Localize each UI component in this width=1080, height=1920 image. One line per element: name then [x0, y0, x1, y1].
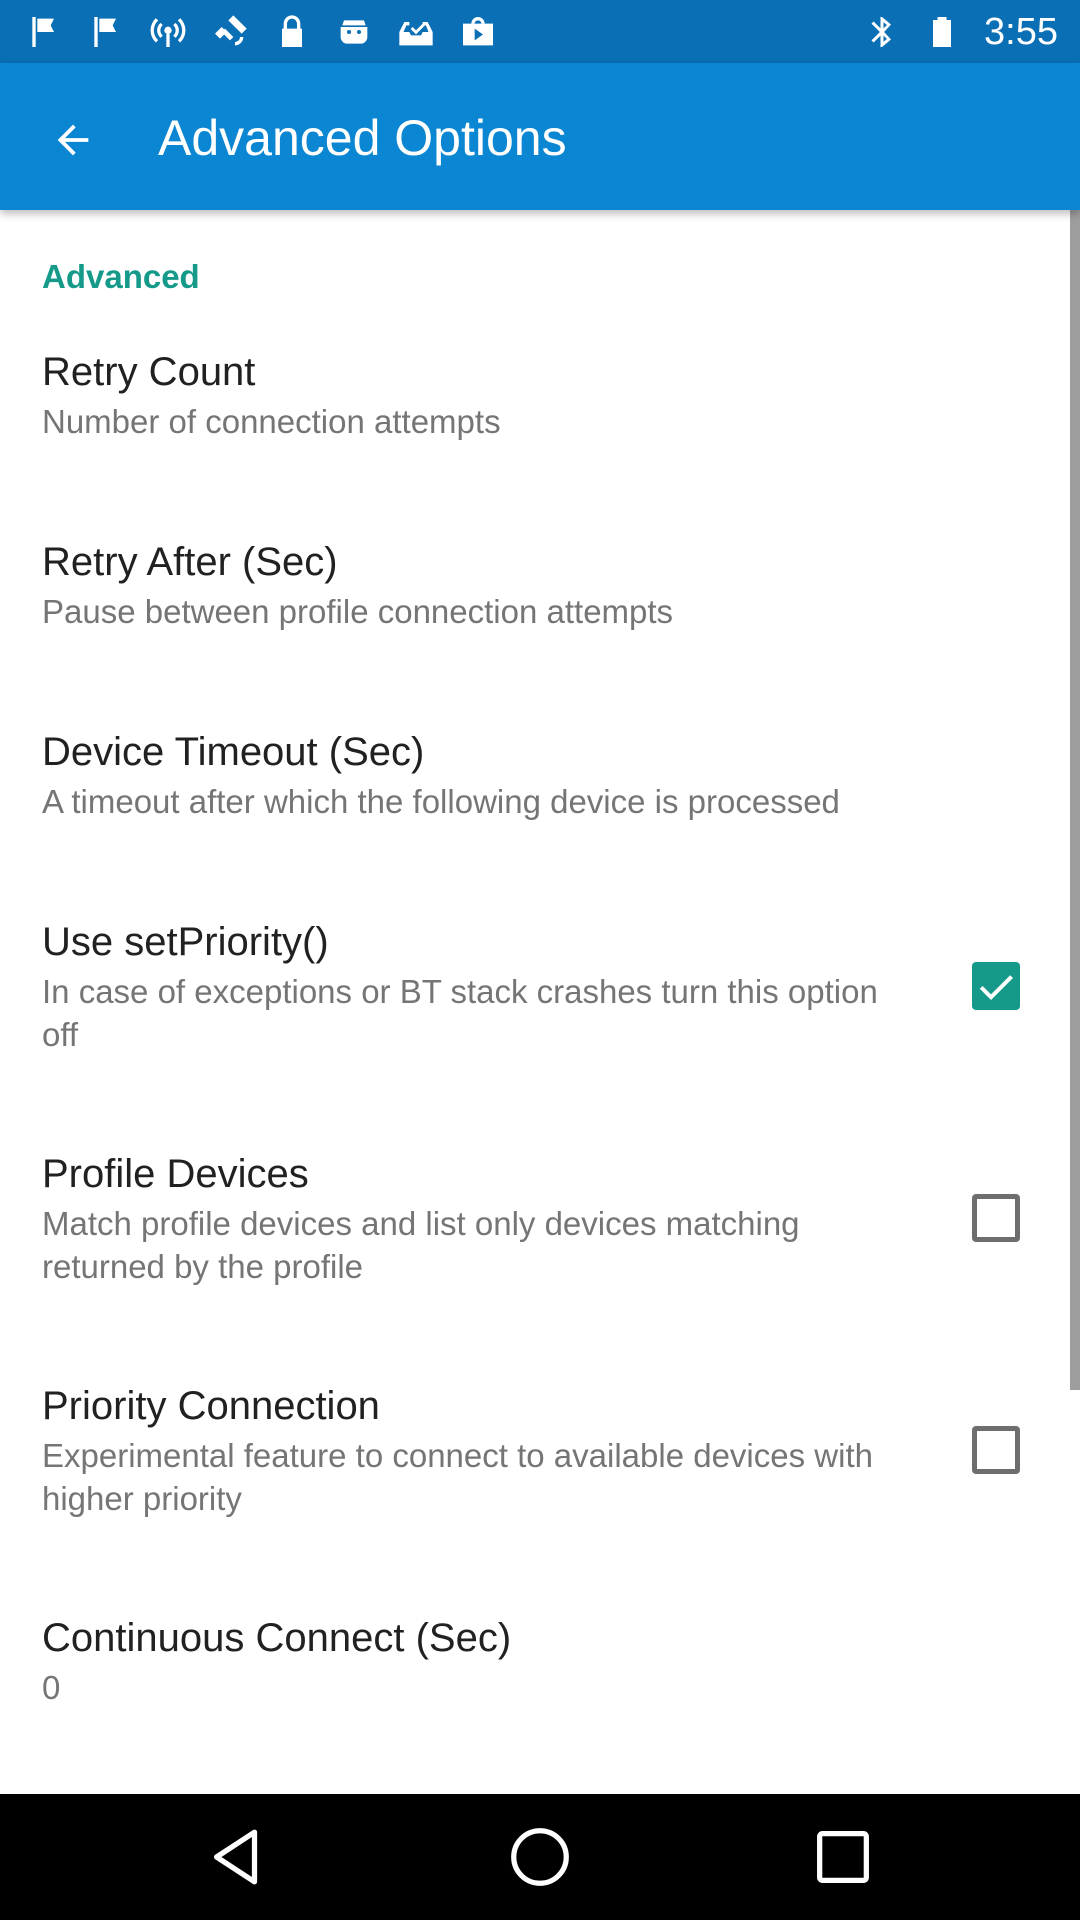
play-store-icon: [463, 17, 493, 46]
section-header-advanced: Advanced: [42, 258, 200, 295]
back-triangle-icon: [213, 1829, 258, 1885]
pref-summary: Experimental feature to connect to avail…: [42, 1437, 873, 1517]
pref-continuous-connect[interactable]: Continuous Connect (Sec) 0: [42, 1612, 1042, 1709]
page-title: Advanced Options: [158, 110, 567, 166]
nav-recents-button[interactable]: [808, 1822, 878, 1892]
pref-priority-connection[interactable]: Priority Connection Experimental feature…: [42, 1380, 1042, 1520]
pref-summary: Pause between profile connection attempt…: [42, 593, 674, 630]
pref-device-timeout[interactable]: Device Timeout (Sec) A timeout after whi…: [42, 726, 1042, 823]
status-bar: 3:55: [0, 0, 1080, 63]
clock: 3:55: [984, 11, 1058, 53]
app-bar: Advanced Options: [0, 63, 1080, 210]
pref-summary: A timeout after which the following devi…: [42, 783, 840, 820]
preferences-list: Advanced Retry Count Number of connectio…: [0, 210, 1080, 1794]
navigation-bar: [0, 1794, 1080, 1920]
pref-title: Priority Connection: [42, 1384, 380, 1428]
recents-square-icon: [817, 1831, 869, 1883]
pref-use-setpriority[interactable]: Use setPriority() In case of exceptions …: [42, 916, 1042, 1056]
pref-title: Device Timeout (Sec): [42, 730, 425, 774]
home-circle-icon: [511, 1828, 569, 1886]
arrow-back-icon: [57, 124, 89, 156]
nav-home-button[interactable]: [505, 1822, 575, 1892]
system-icons: 3:55: [864, 10, 1058, 54]
inbox-check-icon: [399, 22, 433, 46]
flag-icon: [32, 17, 54, 47]
pref-summary: In case of exceptions or BT stack crashe…: [42, 973, 878, 1053]
pref-title: Retry After (Sec): [42, 540, 338, 584]
scrollbar[interactable]: [1070, 210, 1080, 1390]
pref-title: Use setPriority(): [42, 920, 329, 964]
setpriority-checkbox[interactable]: [972, 962, 1020, 1010]
battery-icon: [933, 17, 952, 47]
profile-devices-checkbox[interactable]: [972, 1194, 1020, 1242]
pref-title: Profile Devices: [42, 1152, 309, 1196]
pref-title: Retry Count: [42, 350, 256, 394]
pref-profile-devices[interactable]: Profile Devices Match profile devices an…: [42, 1148, 1042, 1288]
pref-summary: Match profile devices and list only devi…: [42, 1205, 800, 1285]
check-icon: [979, 975, 1013, 1000]
pref-summary: 0: [42, 1669, 61, 1706]
nav-back-button[interactable]: [202, 1822, 272, 1892]
pref-title: Continuous Connect (Sec): [42, 1616, 512, 1660]
lock-icon: [282, 15, 302, 48]
android-icon: [340, 20, 368, 44]
back-button[interactable]: [38, 105, 108, 175]
bluetooth-icon: [871, 17, 892, 47]
flag-icon: [94, 17, 116, 47]
pref-summary: Number of connection attempts: [42, 403, 501, 440]
hotspot-icon: [150, 18, 186, 47]
priority-connection-checkbox[interactable]: [972, 1426, 1020, 1474]
notification-icons: [24, 10, 498, 54]
pref-retry-after[interactable]: Retry After (Sec) Pause between profile …: [42, 536, 1042, 633]
pref-retry-count[interactable]: Retry Count Number of connection attempt…: [42, 346, 1042, 443]
fake-gps-icon: [215, 15, 247, 46]
